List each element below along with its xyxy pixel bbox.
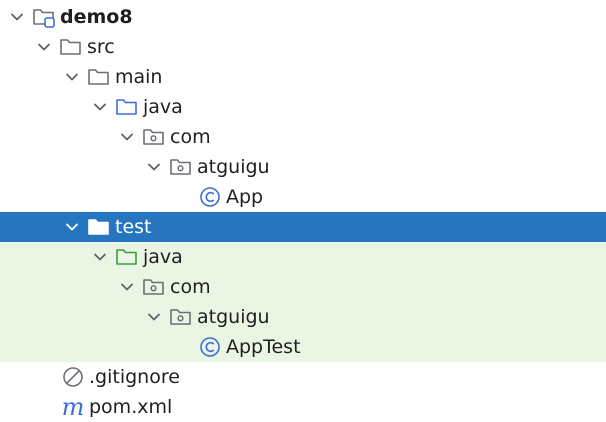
chevron-down-icon[interactable] [116, 276, 138, 298]
tree-row-pom[interactable]: m pom.xml [0, 392, 606, 422]
tree-label: java [143, 246, 183, 268]
chevron-down-icon[interactable] [6, 6, 28, 28]
tree-row-main-atguigu[interactable]: atguigu [0, 152, 606, 182]
ignored-file-icon [61, 365, 85, 389]
tree-label: atguigu [197, 306, 270, 328]
tree-row-app[interactable]: App [0, 182, 606, 212]
package-icon [142, 275, 166, 299]
folder-icon [87, 65, 111, 89]
tree-label: java [143, 96, 183, 118]
tree-row-test-com[interactable]: com [0, 272, 606, 302]
tree-row-gitignore[interactable]: .gitignore [0, 362, 606, 392]
chevron-down-icon[interactable] [61, 216, 83, 238]
chevron-down-icon[interactable] [33, 36, 55, 58]
package-icon [142, 125, 166, 149]
chevron-down-icon[interactable] [61, 66, 83, 88]
project-tree: demo8 src main java com atguigu App test… [0, 0, 606, 422]
tree-row-demo8[interactable]: demo8 [0, 2, 606, 32]
maven-glyph: m [61, 393, 85, 421]
tree-label: com [170, 126, 211, 148]
tree-label: test [115, 216, 152, 238]
tree-row-main-java[interactable]: java [0, 92, 606, 122]
tree-row-src[interactable]: src [0, 32, 606, 62]
package-icon [169, 305, 193, 329]
folder-icon [87, 215, 111, 239]
chevron-down-icon[interactable] [89, 96, 111, 118]
tree-label: atguigu [197, 156, 270, 178]
tree-label: App [226, 186, 264, 208]
tree-row-test-java[interactable]: java [0, 242, 606, 272]
class-icon [198, 185, 222, 209]
tree-row-test[interactable]: test [0, 212, 606, 242]
chevron-down-icon[interactable] [143, 306, 165, 328]
tree-label: src [87, 36, 115, 58]
tree-row-main[interactable]: main [0, 62, 606, 92]
chevron-down-icon[interactable] [89, 246, 111, 268]
chevron-down-icon[interactable] [116, 126, 138, 148]
source-root-folder-icon [115, 95, 139, 119]
package-icon [169, 155, 193, 179]
chevron-down-icon[interactable] [143, 156, 165, 178]
tree-label: demo8 [60, 6, 133, 28]
test-root-folder-icon [115, 245, 139, 269]
tree-label: com [170, 276, 211, 298]
tree-label: pom.xml [89, 396, 173, 418]
module-folder-icon [32, 5, 56, 29]
tree-label: AppTest [226, 336, 301, 358]
folder-icon [59, 35, 83, 59]
tree-row-main-com[interactable]: com [0, 122, 606, 152]
tree-row-test-atguigu[interactable]: atguigu [0, 302, 606, 332]
class-icon [198, 335, 222, 359]
maven-icon: m [61, 395, 85, 419]
tree-row-apptest[interactable]: AppTest [0, 332, 606, 362]
tree-label: .gitignore [89, 366, 180, 388]
tree-label: main [115, 66, 163, 88]
